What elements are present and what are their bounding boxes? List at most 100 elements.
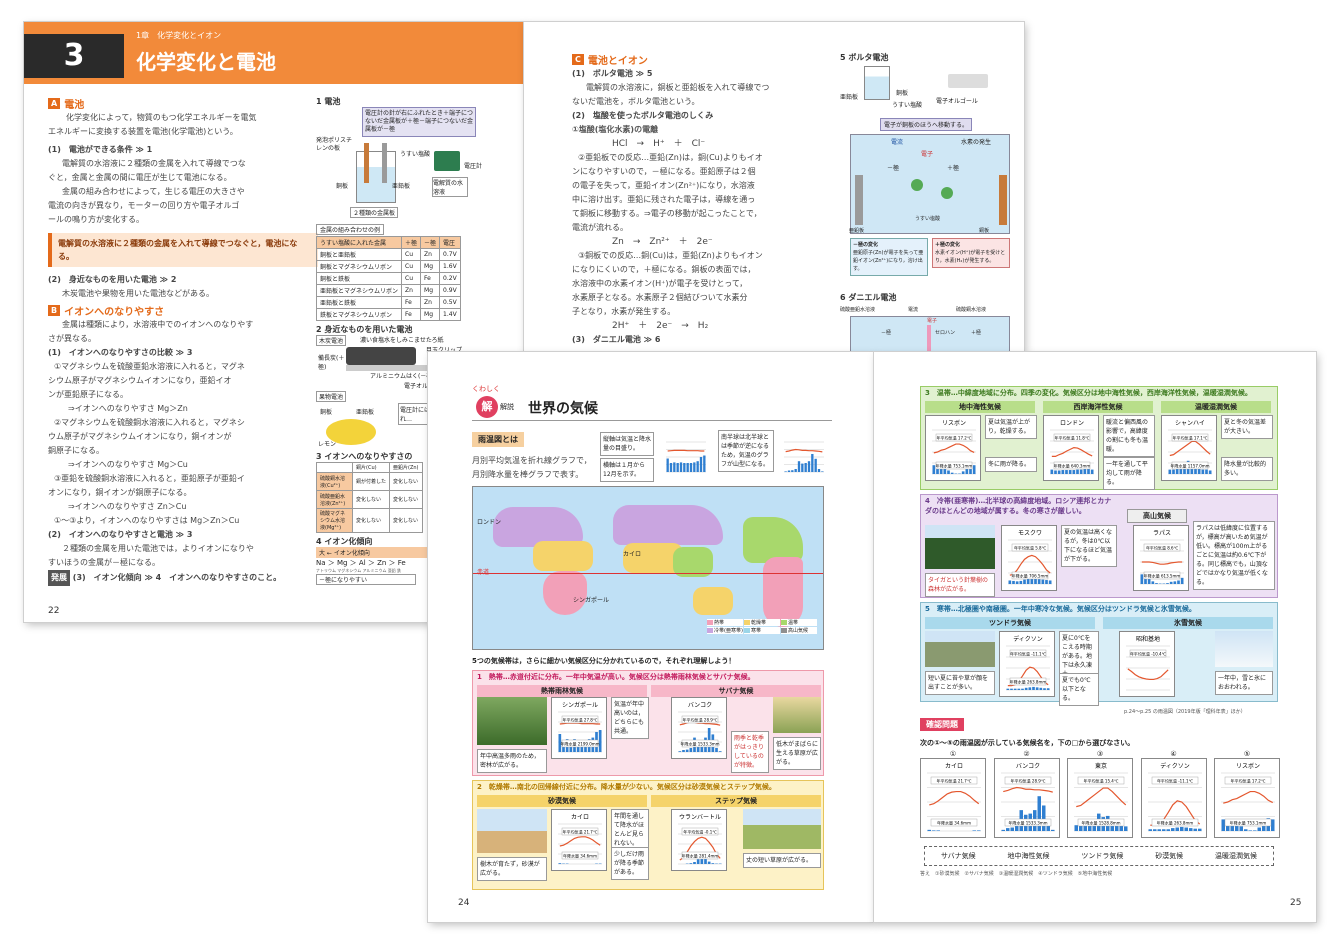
rain-bar (939, 468, 943, 474)
daniell-cell-diagram: 電子 セロハン －極 ＋極 (850, 316, 1010, 352)
taiga-photo (925, 525, 995, 569)
svg-text:年平均気温 11.8℃: 年平均気温 11.8℃ (1055, 435, 1090, 441)
rain-bar (693, 862, 696, 864)
svg-text:年降水量 753.1mm: 年降水量 753.1mm (1230, 820, 1267, 826)
section-b-heading: B イオンへのなりやすさ (48, 303, 318, 318)
kaisetsu-label: 解説 (500, 403, 514, 411)
option-item: ツンドラ気候 (1081, 852, 1124, 860)
rain-bar (1124, 826, 1128, 831)
svg-text:年降水量 281.4mm: 年降水量 281.4mm (682, 853, 719, 859)
rain-bar (679, 462, 683, 472)
temp-line (785, 448, 823, 453)
rain-bar (1201, 469, 1205, 474)
rain-bar (696, 461, 699, 472)
rain-bar (1005, 828, 1009, 831)
intro-line: エネルギーに変換する装置を電池(化学電池)という。 (48, 127, 238, 136)
rain-bar (718, 751, 722, 752)
rain-bar (1180, 577, 1184, 584)
svg-text:年平均気温 28.9℃: 年平均気温 28.9℃ (683, 717, 718, 723)
beaker (356, 151, 396, 203)
city-label: カイロ (571, 814, 589, 821)
body-line: 中に溶け出す。亜鉛に残された電子は，導線を通っ (572, 195, 756, 204)
advanced-tag: 発展 (48, 570, 70, 586)
svg-text:年降水量 1533.3mm: 年降水量 1533.3mm (680, 741, 719, 747)
rain-bar (1050, 469, 1054, 474)
city-label: バンコク (1015, 763, 1039, 770)
climograph-dikson: ディクソン年平均気温 -11.1℃ 年降水量 263.8mm (999, 631, 1055, 697)
svg-text:年降水量 640.3mm: 年降水量 640.3mm (1054, 463, 1091, 469)
body-line: 電解質の水溶液に，銅板と亜鉛板を入れて導線でつ (586, 83, 770, 92)
rain-bar (1244, 829, 1248, 831)
svg-text:年降水量 1528.8mm: 年降水量 1528.8mm (1081, 820, 1120, 826)
temp-line (1141, 561, 1183, 565)
voltmeter-icon (434, 151, 460, 171)
body-line: ンになりやすいので，－極になる。亜鉛原子は２個 (572, 167, 756, 176)
zones-intro: 5つの気候帯は，さらに細かい気候区分に分かれているので，それぞれ理解しよう！ (472, 657, 736, 665)
rain-bar (961, 471, 965, 474)
svg-text:年降水量 263.8mm: 年降水量 263.8mm (1010, 679, 1047, 685)
rain-bar (1061, 470, 1065, 474)
rain-bar (1253, 830, 1257, 831)
svg-text:年平均気温 17.2℃: 年平均気温 17.2℃ (1231, 778, 1266, 784)
page-24: くわしく 解 解説 世界の気候 雨温図とは 月別平均気温を折れ線グラフで， 月別… (428, 352, 874, 922)
ice-photo (1215, 631, 1273, 667)
rain-bar (1161, 829, 1165, 831)
rain-bar (972, 830, 976, 831)
item-heading: (1) ボルタ電池 ≫ 5 (572, 69, 653, 78)
body-line: 木炭電池や果物を用いた電池などがある。 (62, 289, 214, 298)
rain-bar (1188, 828, 1192, 831)
svg-text:年平均気温 27.8℃: 年平均気温 27.8℃ (563, 717, 598, 723)
page-25: 3 温帯…中緯度地域に分布。四季の変化。気候区分は地中海性気候，西岸海洋性気候，… (874, 352, 1316, 922)
savanna-photo (773, 697, 821, 733)
legend-item: 熱帯 (707, 619, 743, 626)
sample-climograph (784, 441, 824, 473)
section-number: 3 (24, 34, 124, 78)
rain-bar (801, 463, 804, 472)
rain-bar (811, 454, 814, 472)
table-row: 硫酸マグネシウム水溶液(Mg²⁺) 変化しない 変化しない (316, 508, 423, 533)
rain-bar (689, 463, 693, 472)
body-line: すいほうの金属が－極になる。 (48, 558, 160, 567)
rain-bar (787, 470, 791, 472)
table-row: 銅板と鉄板 Cu Fe 0.2V (315, 272, 461, 285)
city-label: バンコク (688, 702, 712, 709)
quiz-number: ④ (1170, 750, 1177, 758)
item-heading: (2) 身近なものを用いた電池 ≫ 2 (48, 275, 177, 284)
rain-bar (1184, 827, 1188, 831)
svg-text:年降水量 1157.0mm: 年降水量 1157.0mm (1170, 463, 1209, 469)
rain-bar (686, 463, 689, 472)
rain-bar (950, 472, 954, 474)
rain-bar (817, 469, 821, 472)
body-line: ③銅板での反応…銅(Cu)は，亜鉛(Zn)よりもイオン (578, 251, 763, 260)
rain-bar (1087, 468, 1090, 474)
rain-bar (1035, 687, 1039, 690)
climograph-cairo: カイロ年平均気温 21.7℃ 年降水量 34.6mm (551, 809, 607, 871)
body-line: ②亜鉛板での反応…亜鉛(Zn)は，銅(Cu)よりもイオ (578, 153, 763, 162)
rain-bar (1248, 830, 1252, 831)
rain-bar (821, 471, 824, 472)
quiz-climograph: バンコク年平均気温 28.9℃ 年降水量 1533.3mm (993, 758, 1060, 838)
body-line: 金属の組み合わせによって，生じる電圧の大きさや (62, 187, 245, 196)
rain-bar (972, 465, 976, 474)
temp-line (1002, 786, 1053, 793)
table-row: 亜鉛板とマグネシウムリボン Zn Mg 0.9V (315, 284, 461, 297)
city-label: ウランバートル (679, 813, 721, 821)
rain-bar (1155, 583, 1158, 584)
page-number: 24 (458, 898, 470, 908)
equation: 2H⁺ ＋ 2e⁻ → H₂ (612, 321, 709, 331)
city-label: ラパス (1153, 530, 1171, 537)
rain-bar (1148, 829, 1152, 831)
climograph-lisbon: リスボン年平均気温 17.2℃ 年降水量 753.1mm (925, 415, 981, 481)
minus-change-box: －極の変化 亜鉛原子(Zn)が電子を失って亜鉛イオン(Zn²⁺)になり，溶け出す。 (850, 238, 928, 276)
rain-bar (1006, 688, 1010, 690)
rain-bar (1170, 828, 1174, 831)
city-label: リスボン (1236, 762, 1260, 770)
climograph-box-title: 雨温図とは (472, 432, 524, 447)
rain-bar (784, 471, 787, 472)
rain-bar (1157, 829, 1161, 831)
rain-bar (693, 462, 696, 472)
desert-photo (477, 809, 547, 853)
item-heading: (1) イオンへのなりやすさの比較 ≫ 3 (48, 348, 193, 357)
rain-bar (1046, 688, 1050, 690)
rain-bar (814, 458, 817, 472)
